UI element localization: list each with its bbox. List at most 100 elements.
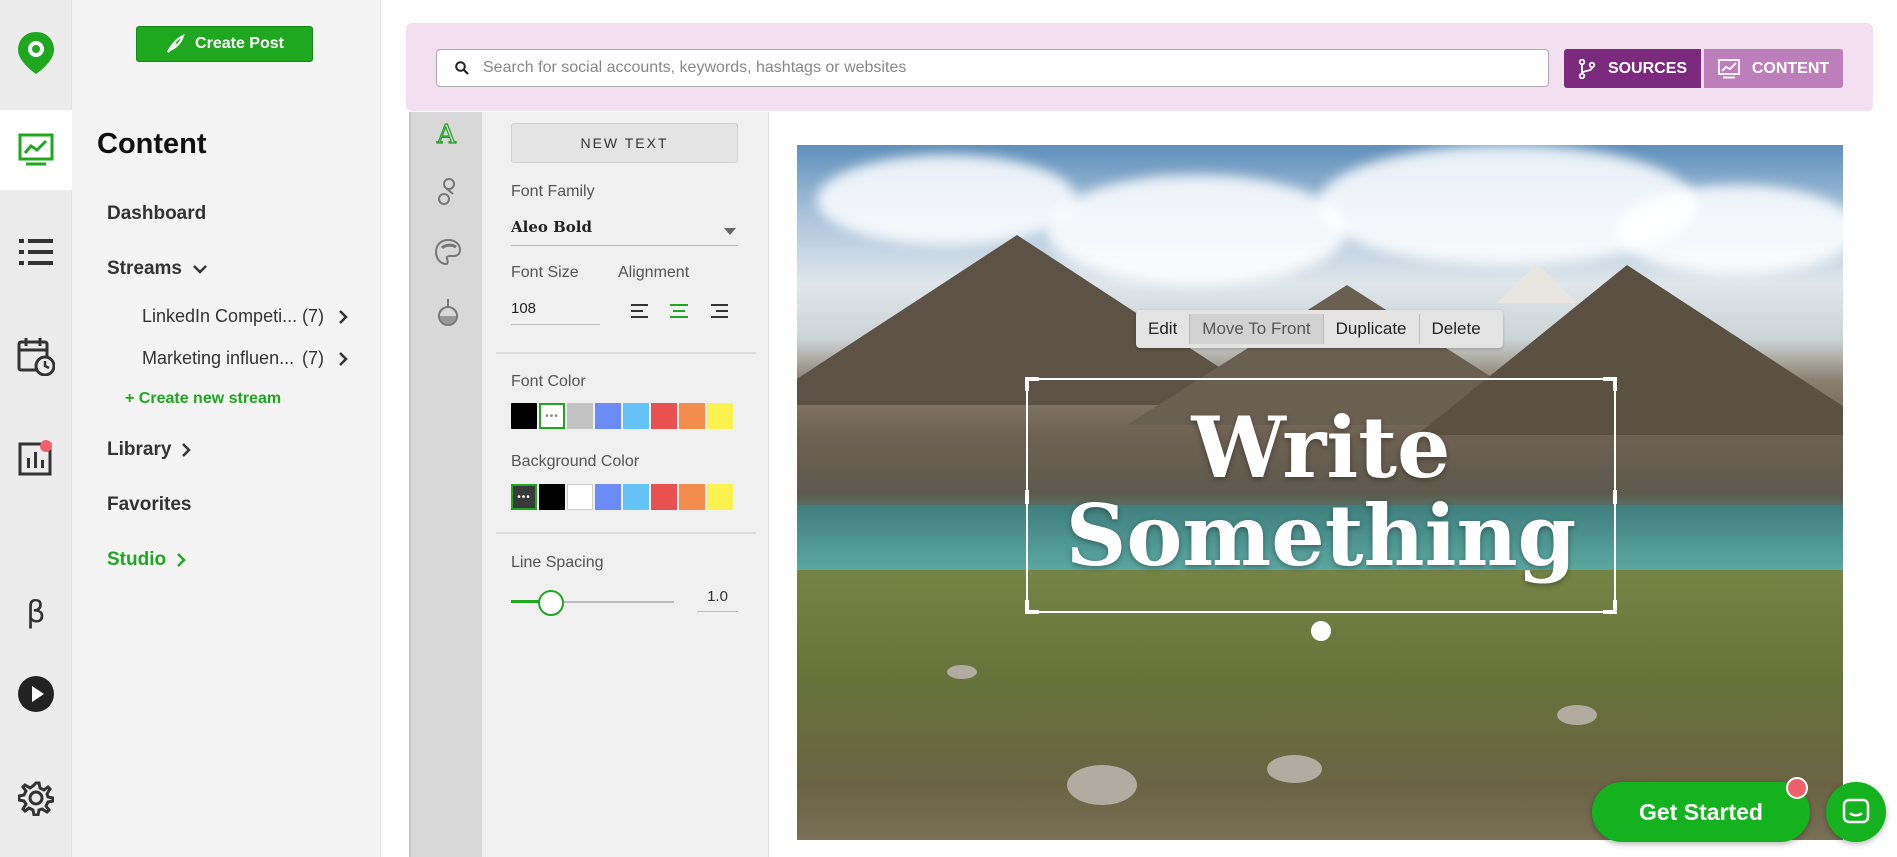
chevron-right-icon	[177, 553, 186, 567]
content-chart-icon[interactable]	[0, 110, 72, 190]
create-post-button[interactable]: Create Post	[136, 26, 313, 62]
line-spacing-slider[interactable]	[511, 590, 674, 616]
selected-text-box[interactable]: Write Something	[1025, 377, 1617, 614]
shapes-tool-icon[interactable]	[431, 175, 465, 209]
font-family-label: Font Family	[511, 183, 595, 200]
font-size-label: Font Size	[511, 264, 579, 281]
background-color-swatch[interactable]: •••	[511, 484, 537, 510]
list-icon[interactable]	[0, 212, 72, 292]
nav-studio-label: Studio	[107, 549, 167, 570]
gear-icon[interactable]	[0, 758, 72, 838]
get-started-button[interactable]: Get Started	[1592, 782, 1810, 842]
font-color-swatch[interactable]	[651, 403, 677, 429]
font-color-swatch[interactable]	[511, 403, 537, 429]
sources-label: SOURCES	[1607, 59, 1688, 77]
resize-handle[interactable]	[1025, 600, 1039, 614]
content-nav: Create Post Content Dashboard Streams Li…	[72, 0, 381, 857]
divider	[496, 352, 756, 354]
chevron-right-icon	[339, 309, 348, 324]
line-spacing-input[interactable]: 1.0	[697, 582, 738, 612]
search-input[interactable]	[483, 59, 1548, 77]
background-color-swatch[interactable]	[539, 484, 565, 510]
stream-item[interactable]: LinkedIn Competi... (7)	[142, 306, 348, 327]
font-color-swatch[interactable]	[595, 403, 621, 429]
calendar-clock-icon[interactable]	[0, 316, 72, 396]
create-post-label: Create Post	[195, 35, 284, 52]
nav-library[interactable]: Library	[107, 439, 192, 461]
page-title: Content	[97, 128, 207, 160]
new-text-button[interactable]: NEW TEXT	[511, 123, 738, 163]
color-tool-icon[interactable]	[431, 235, 465, 269]
edit-button[interactable]: Edit	[1136, 314, 1191, 344]
resize-handle[interactable]	[1603, 600, 1617, 614]
nav-dashboard-label: Dashboard	[107, 203, 207, 224]
search-box[interactable]	[436, 49, 1549, 87]
move-to-front-button[interactable]: Move To Front	[1190, 314, 1324, 344]
background-color-swatch[interactable]	[567, 484, 593, 510]
font-color-swatch[interactable]: •••	[539, 403, 565, 429]
resize-handle[interactable]	[1603, 377, 1617, 391]
background-color-swatch[interactable]	[623, 484, 649, 510]
context-menu: Edit Move To Front Duplicate Delete	[1136, 310, 1503, 348]
background-color-swatch[interactable]	[679, 484, 705, 510]
chevron-right-icon	[182, 443, 192, 457]
divider	[496, 532, 756, 534]
beta-icon[interactable]: β	[0, 572, 72, 652]
nav-favorites-label: Favorites	[107, 494, 192, 515]
stream-item[interactable]: Marketing influen... (7)	[142, 348, 348, 369]
nav-favorites[interactable]: Favorites	[107, 494, 191, 516]
nav-streams-label: Streams	[107, 258, 182, 279]
content-button[interactable]: CONTENT	[1704, 49, 1843, 88]
rock	[947, 665, 977, 679]
background-color-swatch[interactable]	[651, 484, 677, 510]
background-color-swatches: •••	[511, 484, 733, 510]
canvas-text: Write Something	[1028, 404, 1614, 580]
slider-handle[interactable]	[538, 590, 565, 616]
nav-dashboard[interactable]: Dashboard	[107, 203, 206, 225]
rock	[1557, 705, 1597, 725]
align-left-icon[interactable]	[630, 302, 650, 320]
background-color-label: Background Color	[511, 453, 640, 470]
content-label: CONTENT	[1751, 59, 1830, 77]
search-icon	[455, 61, 469, 75]
canvas-text-line: Something	[1065, 486, 1577, 585]
play-icon[interactable]	[0, 654, 72, 734]
nav-library-label: Library	[107, 439, 172, 460]
font-family-select[interactable]: Aleo Bold	[511, 214, 738, 246]
filter-tool-icon[interactable]	[431, 295, 465, 329]
font-color-swatch[interactable]	[567, 403, 593, 429]
background-color-swatch[interactable]	[707, 484, 733, 510]
align-right-icon[interactable]	[709, 302, 729, 320]
chevron-right-icon	[339, 351, 348, 366]
feather-icon	[167, 34, 185, 53]
align-center-icon[interactable]	[669, 302, 689, 320]
nav-studio[interactable]: Studio	[107, 549, 186, 571]
font-size-input[interactable]: 108	[511, 295, 600, 325]
nav-streams[interactable]: Streams	[107, 258, 208, 280]
stream-name: Marketing influen...	[142, 348, 295, 368]
stream-count: (7)	[302, 306, 324, 326]
stream-count: (7)	[302, 348, 324, 368]
font-color-swatch[interactable]	[679, 403, 705, 429]
duplicate-button[interactable]: Duplicate	[1324, 314, 1420, 344]
cloud	[1617, 185, 1843, 275]
create-new-stream-link[interactable]: + Create new stream	[125, 390, 281, 408]
analytics-icon[interactable]	[0, 418, 72, 498]
rock	[1067, 765, 1137, 805]
rock	[1267, 755, 1322, 783]
more-dots-icon: •••	[517, 491, 531, 503]
delete-button[interactable]: Delete	[1420, 314, 1493, 344]
text-tool-icon[interactable]: A	[431, 116, 465, 150]
sources-button[interactable]: SOURCES	[1564, 49, 1701, 88]
background-color-swatch[interactable]	[595, 484, 621, 510]
font-color-swatch[interactable]	[623, 403, 649, 429]
font-color-swatches: •••	[511, 403, 733, 429]
resize-handle[interactable]	[1025, 377, 1039, 391]
chevron-down-icon	[193, 265, 207, 274]
rotate-handle[interactable]	[1311, 621, 1331, 641]
text-properties-panel: NEW TEXT Font Family Aleo Bold Font Size…	[482, 112, 769, 857]
chat-button[interactable]	[1826, 782, 1886, 842]
logo-pin-icon[interactable]	[0, 0, 72, 106]
stream-name: LinkedIn Competi...	[142, 306, 298, 326]
font-color-swatch[interactable]	[707, 403, 733, 429]
